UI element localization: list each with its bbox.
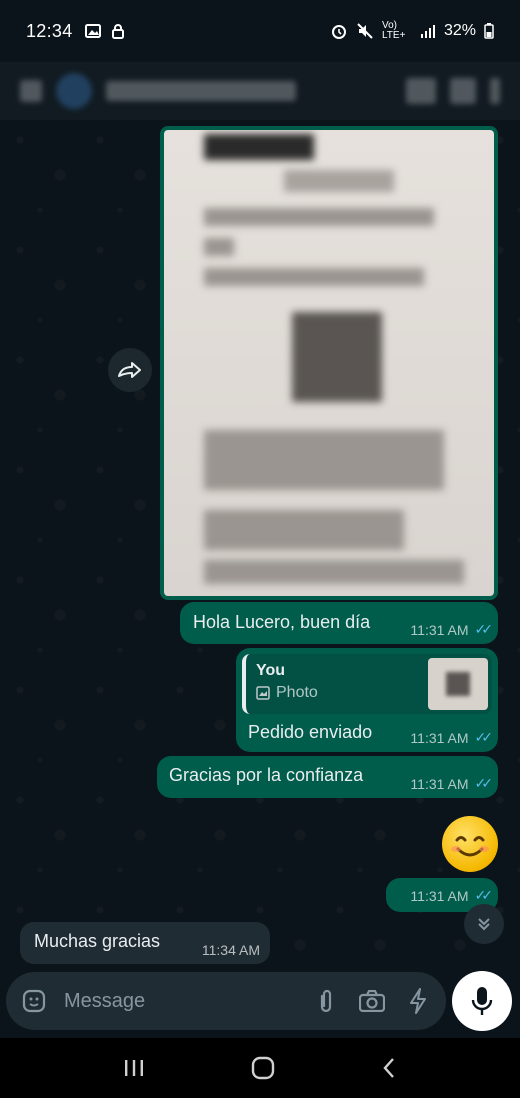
camera-icon [359, 990, 385, 1012]
read-receipt-icon: ✓✓ [474, 887, 494, 903]
scroll-to-bottom-button[interactable] [464, 904, 504, 944]
contact-avatar[interactable] [56, 73, 92, 109]
microphone-icon [471, 987, 493, 1015]
recent-apps-icon[interactable] [123, 1058, 145, 1078]
forward-button[interactable] [108, 348, 152, 392]
read-receipt-icon: ✓✓ [474, 621, 494, 637]
message-bubble[interactable]: Gracias por la confianza 11:31 AM ✓✓ [157, 756, 498, 798]
read-receipt-icon: ✓✓ [474, 729, 494, 745]
voice-call-button[interactable] [450, 78, 476, 104]
double-chevron-down-icon [478, 918, 490, 931]
home-icon[interactable] [250, 1055, 276, 1081]
quoted-message[interactable]: You Photo [242, 654, 492, 714]
network-label: Vo) LTE+ [381, 20, 406, 41]
attach-button[interactable] [312, 987, 340, 1015]
video-call-button[interactable] [406, 78, 436, 104]
chat-header [0, 62, 520, 120]
message-text: Hola Lucero, buen día [193, 612, 371, 632]
forward-icon [118, 362, 141, 378]
message-composer[interactable]: Message [6, 972, 446, 1030]
battery-percent: 32% [443, 22, 476, 39]
sticker-icon[interactable] [20, 987, 48, 1015]
quoted-thumbnail [428, 658, 488, 710]
message-time: 11:31 AM [410, 729, 469, 746]
photo-image[interactable] [164, 130, 494, 596]
status-bar: 12:34 Vo) LTE+ 32% [0, 0, 520, 62]
read-receipt-icon: ✓✓ [474, 775, 494, 791]
status-time: 12:34 [26, 20, 73, 41]
battery-icon [484, 23, 494, 39]
quoted-kind: Photo [276, 684, 318, 701]
message-time: 11:31 AM [410, 621, 469, 638]
payment-button[interactable] [404, 987, 432, 1015]
message-text: Muchas gracias [34, 931, 161, 951]
photo-message[interactable] [160, 126, 498, 600]
reply-message-bubble[interactable]: You Photo Pedido enviado 11:31 AM ✓✓ [236, 648, 498, 752]
back-button[interactable] [20, 80, 42, 102]
photo-icon [256, 686, 270, 700]
message-time: 11:34 AM [201, 942, 260, 958]
system-navigation-bar [0, 1038, 520, 1098]
smiling-face-icon[interactable] [442, 816, 498, 872]
voice-message-button[interactable] [452, 971, 512, 1031]
message-time: 11:31 AM [410, 775, 469, 792]
camera-button[interactable] [358, 987, 386, 1015]
message-time: 11:31 AM [410, 887, 469, 904]
chat-area[interactable]: Hola Lucero, buen día 11:31 AM ✓✓ You Ph… [0, 120, 520, 972]
paperclip-icon [320, 989, 332, 1013]
incoming-message-bubble[interactable]: Muchas gracias 11:34 AM [20, 922, 270, 964]
message-input[interactable]: Message [64, 990, 294, 1013]
message-text: Pedido enviado [248, 722, 373, 742]
alarm-icon [331, 25, 346, 39]
lock-icon [111, 24, 124, 39]
message-text: Gracias por la confianza [169, 765, 364, 785]
back-icon[interactable] [381, 1057, 397, 1079]
mute-icon [357, 23, 373, 39]
contact-name[interactable] [106, 81, 296, 101]
message-bubble[interactable]: Hola Lucero, buen día 11:31 AM ✓✓ [180, 602, 498, 644]
menu-button[interactable] [490, 78, 500, 104]
signal-icon [420, 25, 435, 38]
gallery-icon [84, 24, 101, 38]
lightning-icon [410, 988, 426, 1014]
